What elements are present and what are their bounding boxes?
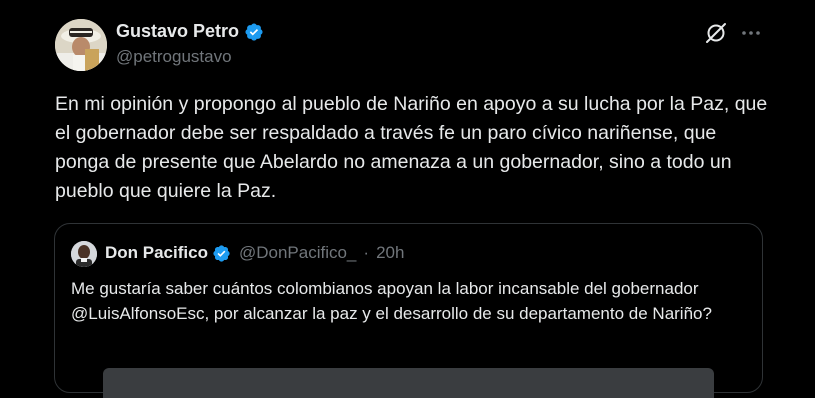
verified-badge-icon[interactable] bbox=[244, 22, 264, 42]
quoted-tweet-time[interactable]: 20h bbox=[376, 243, 404, 263]
author-name[interactable]: Gustavo Petro bbox=[116, 21, 239, 42]
author-handle[interactable]: @petrogustavo bbox=[116, 47, 232, 67]
quoted-tweet-card[interactable]: Don Pacifico @DonPacifico_ · 20h Me gust… bbox=[54, 223, 763, 398]
quoted-tweet-text: Me gustaría saber cuántos colombianos ap… bbox=[71, 279, 712, 323]
quoted-author-name[interactable]: Don Pacifico bbox=[105, 243, 208, 263]
quoted-author-handle[interactable]: @DonPacifico_ bbox=[239, 243, 356, 263]
quoted-tweet-media[interactable] bbox=[103, 368, 714, 398]
quoted-author-avatar[interactable] bbox=[71, 241, 97, 267]
separator-dot: · bbox=[363, 243, 370, 262]
author-name-row[interactable]: Gustavo Petro bbox=[116, 21, 264, 42]
more-options-icon[interactable] bbox=[740, 22, 762, 44]
tweet-text: En mi opinión y propongo al pueblo de Na… bbox=[55, 93, 768, 202]
grok-icon[interactable] bbox=[705, 22, 727, 44]
author-avatar[interactable] bbox=[55, 19, 107, 71]
verified-badge-icon bbox=[212, 244, 231, 263]
quoted-tweet-header: Don Pacifico @DonPacifico_ · 20h bbox=[105, 243, 404, 263]
